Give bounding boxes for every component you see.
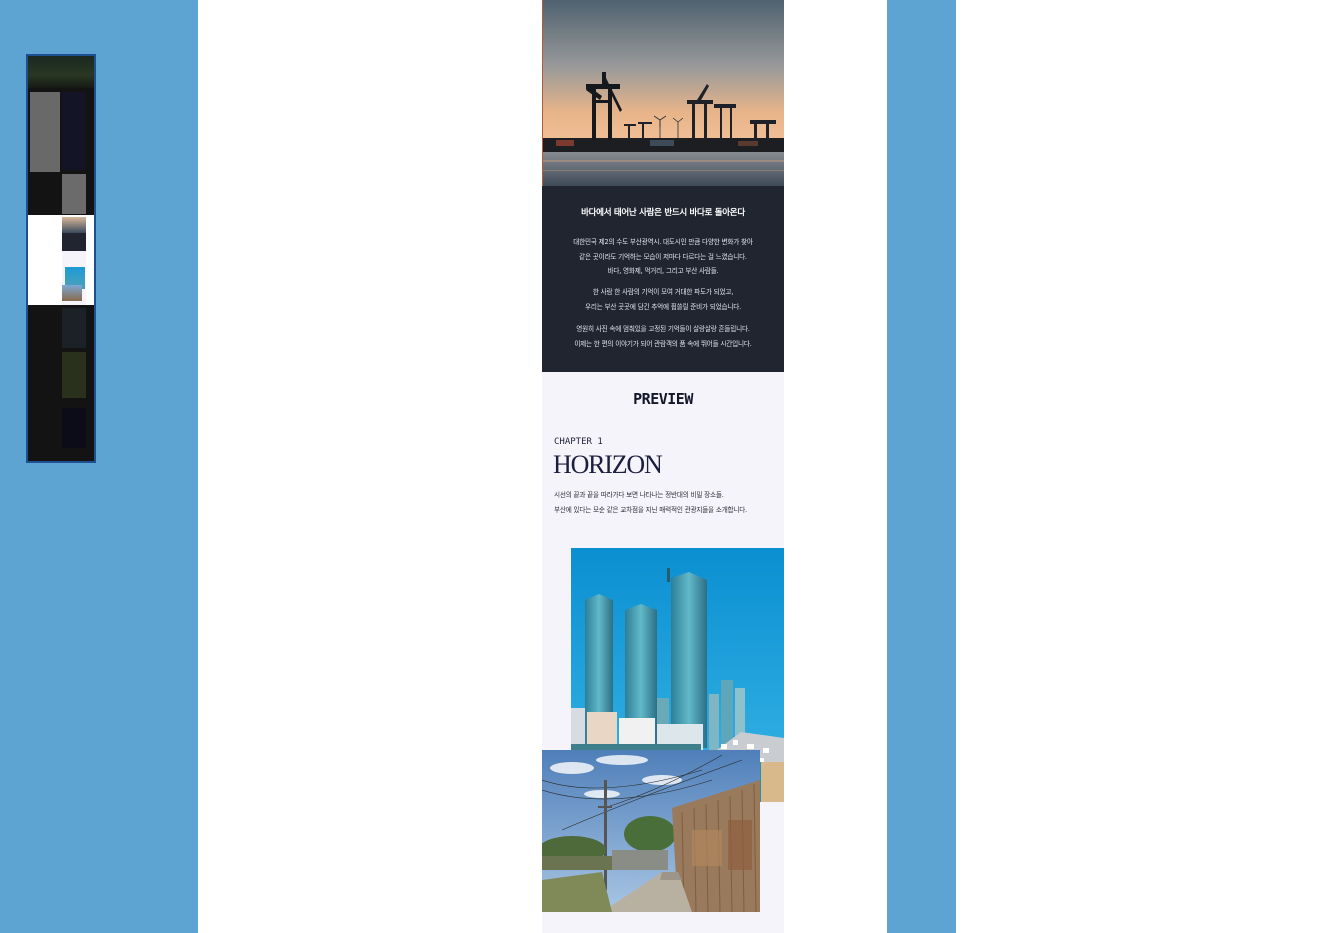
chapter-label: CHAPTER 1 [554, 437, 603, 447]
minimap-viewport[interactable] [28, 215, 94, 305]
article-column: 바다에서 태어난 사람은 반드시 바다로 돌아온다 대한민국 제2의 수도 부산… [542, 0, 784, 933]
chapter-desc-line: 부산에 있다는 모순 같은 교차점을 지닌 매력적인 관광지들을 소개합니다. [554, 506, 748, 514]
chapter-desc-line: 시선의 끝과 끝을 따라가다 보면 나타나는 정반대의 비밀 장소들. [554, 491, 724, 499]
story-line: 한 사람 한 사람의 기억이 모여 거대한 파도가 되었고, [592, 288, 734, 296]
story-paragraph-3: 영원히 사진 속에 멈춰있을 고정된 기억들이 살랑살랑 흔들립니다. 이제는 … [550, 322, 776, 351]
story-paragraph-1: 대한민국 제2의 수도 부산광역시. 대도시인 만큼 다양한 변화가 찾아 같은… [550, 235, 776, 279]
story-line: 이제는 한 편의 이야기가 되어 관람객의 품 속에 뛰어들 시간입니다. [574, 339, 752, 348]
story-line: 대한민국 제2의 수도 부산광역시. 대도시인 만큼 다양한 변화가 찾아 [573, 238, 753, 246]
preview-heading: PREVIEW [633, 390, 693, 408]
story-paragraph-2: 한 사람 한 사람의 기억이 모여 거대한 파도가 되었고, 우리는 부산 곳곳… [550, 285, 776, 314]
story-line: 우리는 부산 곳곳에 담긴 추억에 휩쓸릴 준비가 되었습니다. [585, 302, 741, 311]
minimap-view-hero [62, 217, 86, 233]
minimap-shade-top [28, 56, 94, 215]
story-line: 영원히 사진 속에 멈춰있을 고정된 기억들이 살랑살랑 흔들립니다. [576, 325, 750, 333]
page-minimap[interactable] [26, 54, 96, 463]
chapter-title: HORIZON [553, 450, 663, 479]
page-panel-right [956, 0, 1320, 933]
minimap-view-alley [62, 285, 82, 301]
alley-village-photo [542, 750, 760, 912]
story-title: 바다에서 태어난 사람은 반드시 바다로 돌아온다 [581, 208, 745, 218]
minimap-shade-bottom [28, 305, 94, 461]
story-line: 같은 곳이라도 기억하는 모습이 저마다 다르다는 걸 느꼈습니다. [579, 252, 747, 261]
minimap-view-story [62, 233, 86, 251]
chapter-description: 시선의 끝과 끝을 따라가다 보면 나타나는 정반대의 비밀 장소들. 부산에 … [554, 488, 784, 518]
story-section: 바다에서 태어난 사람은 반드시 바다로 돌아온다 대한민국 제2의 수도 부산… [542, 186, 784, 372]
story-line: 바다, 영화제, 먹거리, 그리고 부산 사람들. [607, 267, 719, 275]
harbor-crane-sunset-photo [542, 0, 784, 186]
